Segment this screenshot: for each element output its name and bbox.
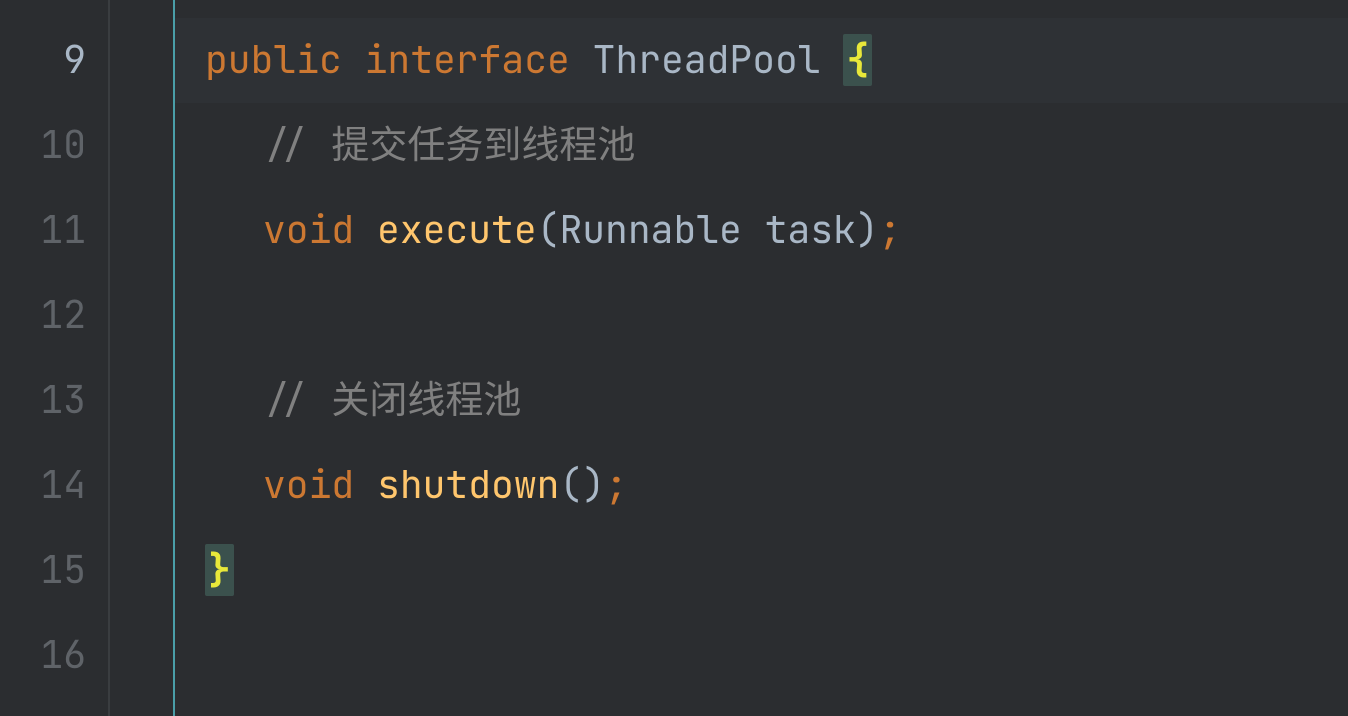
line-number: 9 [0,18,108,103]
token-type: ThreadPool [593,35,844,85]
code-line[interactable]: // 提交任务到线程池 [205,103,1348,188]
token-kw: void [263,205,377,255]
token-kw: public [205,35,365,85]
token-brace: { [843,34,872,86]
line-number: 10 [0,103,108,188]
code-line[interactable]: void execute(Runnable task); [205,188,1348,273]
code-line[interactable]: } [205,528,1348,613]
token-semi: ; [605,460,628,510]
code-area[interactable]: public interface ThreadPool { // 提交任务到线程池… [175,0,1348,716]
code-line[interactable] [205,613,1348,698]
token-method: shutdown [377,460,559,510]
line-number: 12 [0,273,108,358]
code-line[interactable] [205,273,1348,358]
token-method: execute [377,205,537,255]
token-brace: } [205,544,234,596]
token-semi: ; [879,205,902,255]
token-comment: // 提交任务到线程池 [263,120,635,170]
line-number: 13 [0,358,108,443]
token-kw: interface [365,35,593,85]
line-number-gutter: 910111213141516 [0,0,110,716]
token-comment: // 关闭线程池 [263,375,521,425]
line-number: 15 [0,528,108,613]
token-paren: () [559,460,605,510]
token-paren: ( [537,205,560,255]
line-number: 14 [0,443,108,528]
line-number: 16 [0,613,108,698]
code-line[interactable]: public interface ThreadPool { [175,18,1348,103]
code-line[interactable]: // 关闭线程池 [205,358,1348,443]
code-editor[interactable]: 910111213141516 public interface ThreadP… [0,0,1348,716]
indent-guide [110,0,175,716]
token-kw: void [263,460,377,510]
code-line[interactable]: void shutdown(); [205,443,1348,528]
line-number: 11 [0,188,108,273]
token-paren: ) [856,205,879,255]
token-plain: Runnable task [559,205,855,255]
